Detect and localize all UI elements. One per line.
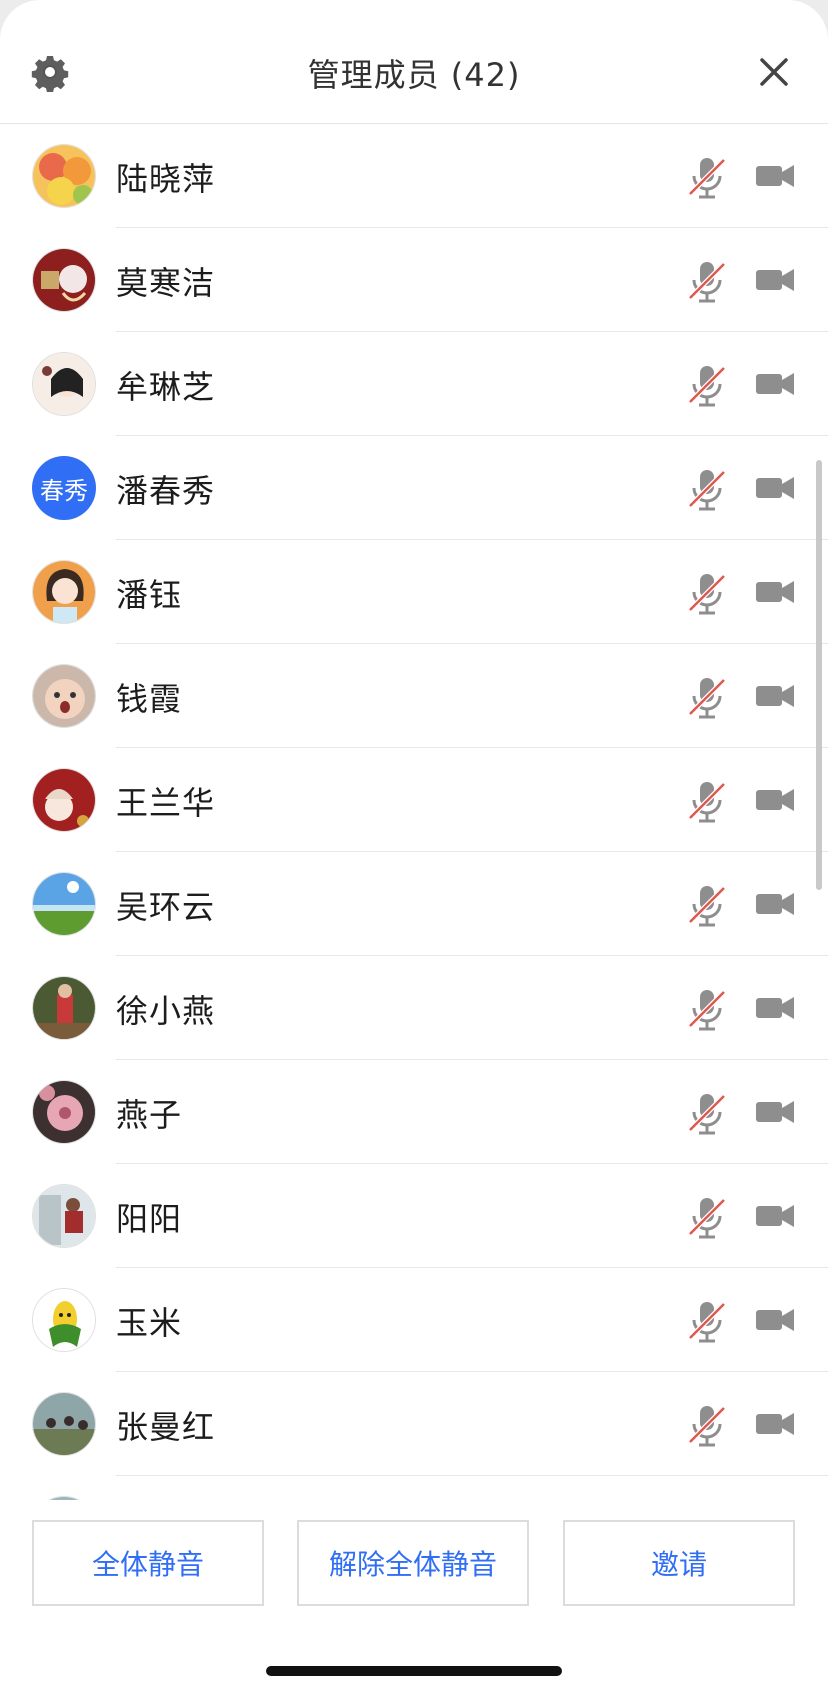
video-camera-icon[interactable] — [754, 886, 796, 922]
microphone-muted-icon[interactable] — [686, 362, 728, 408]
member-row[interactable]: 潘钰 — [0, 540, 828, 644]
avatar — [32, 1288, 96, 1352]
member-row[interactable]: 钱霞 — [0, 644, 828, 748]
avatar: 春秀 — [32, 456, 96, 520]
avatar — [32, 352, 96, 416]
member-name: 吴环云 — [116, 888, 216, 926]
scrollbar[interactable] — [816, 460, 822, 890]
member-name: 阳阳 — [116, 1200, 183, 1238]
member-list[interactable]: 陆晓萍 莫寒洁 牟琳芝 春秀 潘春秀 潘钰 钱霞 王兰华 吴环云 徐小燕 燕子 … — [0, 124, 828, 1504]
microphone-muted-icon[interactable] — [686, 258, 728, 304]
member-management-sheet: 管理成员 (42) 陆晓萍 莫寒洁 牟琳芝 春秀 潘春秀 潘钰 钱霞 王兰华 吴… — [0, 0, 828, 1691]
avatar — [32, 1184, 96, 1248]
member-name: 燕子 — [116, 1096, 183, 1134]
microphone-muted-icon[interactable] — [686, 986, 728, 1032]
member-row[interactable]: 张曼红 — [0, 1372, 828, 1476]
member-name: 徐小燕 — [116, 992, 216, 1030]
video-camera-icon[interactable] — [754, 470, 796, 506]
member-row[interactable]: 吴环云 — [0, 852, 828, 956]
microphone-muted-icon[interactable] — [686, 778, 728, 824]
member-name: 牟琳芝 — [116, 368, 216, 406]
video-camera-icon[interactable] — [754, 1302, 796, 1338]
microphone-muted-icon[interactable] — [686, 1090, 728, 1136]
avatar — [32, 248, 96, 312]
microphone-muted-icon[interactable] — [686, 882, 728, 928]
home-indicator — [266, 1666, 562, 1676]
avatar — [32, 976, 96, 1040]
member-name: 张曼红 — [116, 1408, 216, 1446]
microphone-muted-icon[interactable] — [686, 466, 728, 512]
member-name: 陆晓萍 — [116, 160, 216, 198]
member-row[interactable]: 玉米 — [0, 1268, 828, 1372]
avatar — [32, 872, 96, 936]
video-camera-icon[interactable] — [754, 1094, 796, 1130]
microphone-muted-icon[interactable] — [686, 1298, 728, 1344]
video-camera-icon[interactable] — [754, 574, 796, 610]
microphone-muted-icon[interactable] — [686, 674, 728, 720]
avatar — [32, 1392, 96, 1456]
member-row[interactable]: 燕子 — [0, 1060, 828, 1164]
video-camera-icon[interactable] — [754, 782, 796, 818]
member-row[interactable]: 徐小燕 — [0, 956, 828, 1060]
video-camera-icon[interactable] — [754, 1406, 796, 1442]
video-camera-icon[interactable] — [754, 366, 796, 402]
member-row[interactable]: 陆晓萍 — [0, 124, 828, 228]
member-name: 潘春秀 — [116, 472, 216, 510]
member-row[interactable]: 牟琳芝 — [0, 332, 828, 436]
member-row[interactable]: 莫寒洁 — [0, 228, 828, 332]
video-camera-icon[interactable] — [754, 678, 796, 714]
avatar — [32, 144, 96, 208]
member-row[interactable]: 王兰华 — [0, 748, 828, 852]
microphone-muted-icon[interactable] — [686, 570, 728, 616]
unmute-all-button[interactable]: 解除全体静音 — [297, 1520, 529, 1606]
video-camera-icon[interactable] — [754, 1198, 796, 1234]
page-title: 管理成员 (42) — [307, 56, 521, 94]
member-name: 莫寒洁 — [116, 264, 216, 302]
footer-actions: 全体静音 解除全体静音 邀请 — [0, 1500, 828, 1691]
member-name: 玉米 — [116, 1304, 183, 1342]
close-icon[interactable] — [754, 52, 794, 92]
video-camera-icon[interactable] — [754, 262, 796, 298]
member-name: 王兰华 — [116, 784, 216, 822]
video-camera-icon[interactable] — [754, 990, 796, 1026]
member-name: 潘钰 — [116, 576, 183, 614]
microphone-muted-icon[interactable] — [686, 1194, 728, 1240]
avatar — [32, 664, 96, 728]
member-row[interactable]: 阳阳 — [0, 1164, 828, 1268]
member-name: 钱霞 — [116, 680, 183, 718]
avatar — [32, 768, 96, 832]
invite-button[interactable]: 邀请 — [563, 1520, 795, 1606]
microphone-muted-icon[interactable] — [686, 1402, 728, 1448]
avatar — [32, 1080, 96, 1144]
mute-all-button[interactable]: 全体静音 — [32, 1520, 264, 1606]
member-row[interactable]: 春秀 潘春秀 — [0, 436, 828, 540]
avatar — [32, 560, 96, 624]
video-camera-icon[interactable] — [754, 158, 796, 194]
microphone-muted-icon[interactable] — [686, 154, 728, 200]
header: 管理成员 (42) — [0, 0, 828, 124]
